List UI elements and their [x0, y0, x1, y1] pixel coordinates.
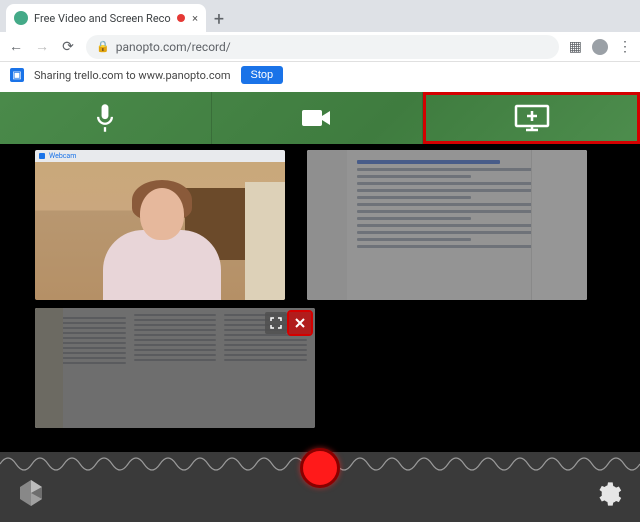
dim-overlay	[307, 150, 587, 300]
record-button[interactable]	[300, 448, 340, 488]
bottom-bar	[0, 452, 640, 522]
add-screen-icon	[512, 103, 552, 133]
remove-tile-button[interactable]	[289, 312, 311, 334]
close-icon	[294, 317, 306, 329]
url-text: panopto.com/record/	[116, 40, 231, 54]
recording-indicator-icon	[177, 14, 185, 22]
tab-title: Free Video and Screen Reco	[34, 12, 171, 25]
person-silhouette	[85, 180, 235, 300]
share-icon: ▣	[10, 68, 24, 82]
tab-close-button[interactable]: ×	[192, 12, 198, 25]
reload-button[interactable]: ⟳	[60, 39, 76, 55]
screenshare-tile[interactable]	[35, 308, 315, 428]
infobar-text: Sharing trello.com to www.panopto.com	[34, 69, 231, 82]
url-field[interactable]: 🔒 panopto.com/record/	[86, 35, 559, 59]
fullscreen-icon	[270, 317, 282, 329]
preview-stage: Webcam	[0, 144, 640, 428]
new-tab-button[interactable]: +	[206, 6, 232, 32]
add-screen-button[interactable]	[423, 92, 640, 144]
source-toolbar	[0, 92, 640, 144]
webcam-preview	[35, 162, 285, 300]
recorder-app: Webcam	[0, 92, 640, 522]
extensions-button[interactable]: ▦	[569, 39, 582, 55]
webcam-tile[interactable]: Webcam	[35, 150, 285, 300]
menu-button[interactable]: ⋮	[618, 39, 632, 55]
gear-icon	[594, 480, 622, 508]
camera-button[interactable]	[212, 92, 424, 144]
tile-titlebar: Webcam	[35, 150, 285, 162]
tab-bar: Free Video and Screen Reco × +	[0, 0, 640, 32]
screenshare-tile[interactable]	[307, 150, 587, 300]
camera-icon	[300, 106, 334, 130]
favicon-icon	[14, 11, 28, 25]
avatar-icon[interactable]	[592, 39, 608, 55]
address-bar: ← → ⟳ 🔒 panopto.com/record/ ▦ ⋮	[0, 32, 640, 62]
back-button[interactable]: ←	[8, 38, 24, 55]
fullscreen-tile-button[interactable]	[265, 312, 287, 334]
browser-tab[interactable]: Free Video and Screen Reco ×	[6, 4, 206, 32]
sharing-infobar: ▣ Sharing trello.com to www.panopto.com …	[0, 62, 640, 88]
panopto-logo-icon	[16, 478, 46, 508]
stop-sharing-button[interactable]: Stop	[241, 66, 284, 84]
settings-button[interactable]	[594, 480, 622, 508]
microphone-icon	[91, 102, 119, 134]
forward-button[interactable]: →	[34, 38, 50, 55]
panopto-logo-button[interactable]	[16, 478, 46, 508]
lock-icon: 🔒	[96, 40, 110, 53]
microphone-button[interactable]	[0, 92, 212, 144]
